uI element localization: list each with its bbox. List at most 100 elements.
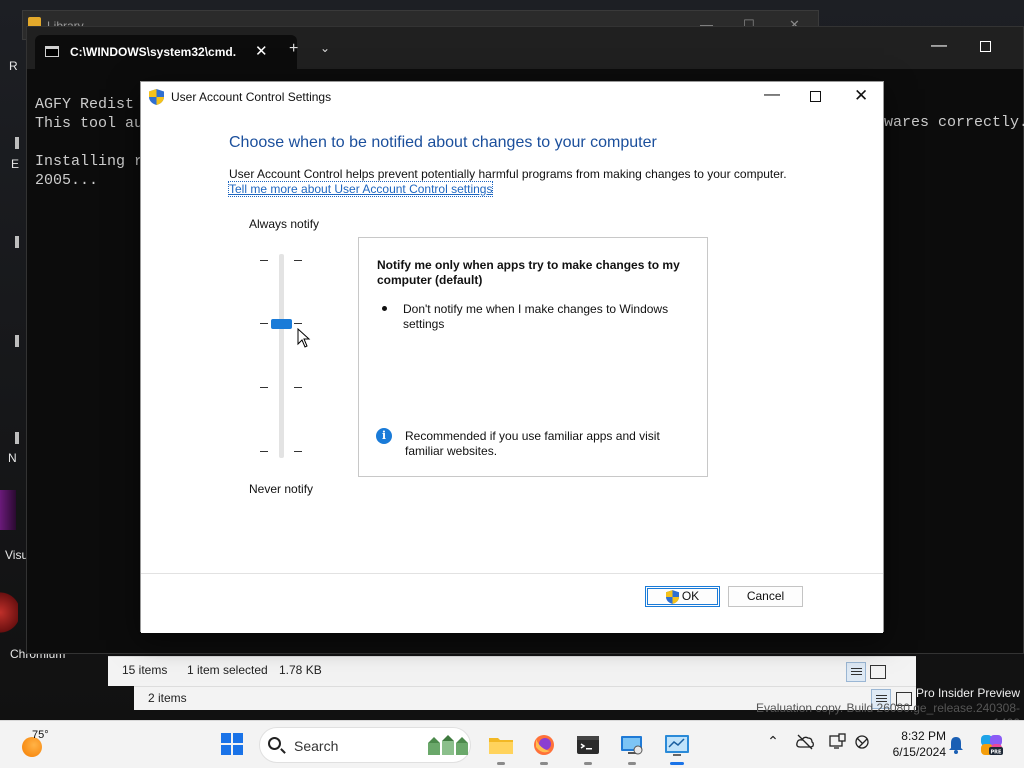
console-line: This tool au	[35, 115, 144, 132]
uac-level-slider[interactable]	[256, 250, 306, 460]
info-icon: i	[376, 428, 392, 444]
bullet-icon	[382, 306, 387, 311]
vscode-icon[interactable]	[0, 490, 16, 530]
svg-text:PRE: PRE	[991, 750, 1003, 756]
slider-track[interactable]	[279, 254, 284, 458]
desktop-icon-label-partial: R	[9, 59, 18, 73]
cmd-tab-title: C:\WINDOWS\system32\cmd.	[70, 45, 237, 59]
slider-tick	[260, 451, 268, 452]
tab-close-icon[interactable]: ✕	[255, 42, 268, 60]
remote-desktop-icon	[621, 736, 643, 755]
console-line-tail: wares correctly.	[884, 114, 1024, 131]
search-placeholder: Search	[294, 738, 339, 754]
desktop-icon-label-visu: Visu	[5, 548, 29, 562]
copilot-icon[interactable]: PRE	[980, 733, 1004, 757]
uac-window-title: User Account Control Settings	[171, 90, 332, 104]
uac-description: User Account Control helps prevent poten…	[229, 167, 787, 181]
running-indicator	[540, 762, 548, 765]
learn-more-link[interactable]: Tell me more about User Account Control …	[227, 181, 494, 197]
cmd-tab[interactable]: C:\WINDOWS\system32\cmd. ✕	[35, 35, 297, 69]
remote-desktop-taskbar-button[interactable]	[616, 729, 648, 765]
console-line: 2005...	[35, 172, 99, 189]
active-indicator	[670, 762, 684, 765]
terminal-icon	[577, 736, 599, 754]
chevron-up-icon[interactable]: ⌃	[762, 733, 784, 755]
uac-dialog: User Account Control Settings — ✕ Choose…	[140, 81, 884, 633]
close-icon[interactable]: ✕	[854, 86, 868, 106]
desktop-icon-partial[interactable]	[15, 236, 19, 248]
selection-size: 1.78 KB	[279, 663, 322, 677]
taskbar: 75° Search ⌃ 8:32 PM 6/15/2024 PRE	[0, 720, 1024, 768]
desktop-icon-partial[interactable]	[15, 137, 19, 149]
firefox-icon	[534, 735, 554, 755]
clock-date: 6/15/2024	[892, 745, 946, 759]
watermark-line: Pro Insider Preview	[915, 686, 1020, 700]
running-indicator	[584, 762, 592, 765]
chromium-icon[interactable]	[0, 585, 18, 640]
cancel-button[interactable]: Cancel	[728, 586, 803, 607]
cmd-icon	[45, 46, 59, 57]
level-bullet: Don't notify me when I make changes to W…	[403, 302, 669, 331]
display-icon[interactable]	[826, 733, 848, 755]
label-always-notify: Always notify	[249, 217, 320, 231]
desktop-icon-partial[interactable]	[15, 432, 19, 444]
minimize-icon[interactable]: —	[764, 86, 780, 104]
file-explorer-taskbar-button[interactable]	[485, 729, 517, 765]
console-line: AGFY Redist	[35, 96, 135, 113]
console-output[interactable]: AGFY Redist This tool au Installing r 2005…	[35, 95, 143, 190]
control-panel-taskbar-button[interactable]	[661, 729, 693, 765]
terminal-taskbar-button[interactable]	[572, 729, 604, 765]
desktop-icon-partial[interactable]	[15, 335, 19, 347]
selection-status: 1 item selected	[187, 663, 268, 677]
uac-footer: OK Cancel	[141, 573, 883, 633]
taskbar-clock[interactable]: 8:32 PM 6/15/2024	[878, 728, 946, 760]
mouse-cursor-icon	[297, 328, 311, 348]
slider-tick	[294, 260, 302, 261]
ok-button[interactable]: OK	[645, 586, 720, 607]
weather-temperature: 75°	[32, 729, 49, 741]
network-icon[interactable]	[852, 733, 874, 755]
running-indicator	[628, 762, 636, 765]
uac-title-bar[interactable]: User Account Control Settings — ✕	[141, 82, 883, 112]
slider-tick	[294, 451, 302, 452]
label-never-notify: Never notify	[249, 482, 314, 496]
control-panel-icon	[665, 735, 689, 756]
cloud-offline-icon[interactable]	[794, 733, 816, 755]
ok-button-label: OK	[681, 589, 700, 603]
slider-tick	[260, 260, 268, 261]
level-heading: Notify me only when apps try to make cha…	[377, 258, 680, 287]
minimize-icon[interactable]: —	[931, 37, 947, 55]
running-indicator	[497, 762, 505, 765]
chevron-down-icon[interactable]: ⌄	[320, 41, 330, 55]
weather-widget[interactable]: 75°	[22, 729, 82, 761]
taskbar-search[interactable]: Search	[259, 727, 471, 763]
tiles-view-button[interactable]	[870, 665, 886, 679]
clock-time: 8:32 PM	[901, 729, 946, 743]
folder-icon	[489, 738, 513, 754]
new-tab-icon[interactable]: +	[289, 40, 298, 58]
level-recommendation: Recommended if you use familiar apps and…	[405, 429, 660, 458]
level-description-panel: Notify me only when apps try to make cha…	[358, 237, 708, 477]
slider-tick	[260, 323, 268, 324]
slider-tick	[294, 323, 302, 324]
slider-tick	[294, 387, 302, 388]
details-view-button[interactable]	[846, 662, 866, 682]
slider-tick	[260, 387, 268, 388]
search-icon	[268, 737, 281, 750]
slider-thumb[interactable]	[271, 319, 292, 329]
page-title: Choose when to be notified about changes…	[229, 134, 657, 151]
search-highlight-icon	[428, 735, 468, 755]
uac-shield-icon	[666, 590, 679, 604]
start-button[interactable]	[221, 733, 243, 755]
maximize-icon[interactable]	[980, 41, 991, 52]
uac-shield-icon	[149, 89, 164, 105]
firefox-taskbar-button[interactable]	[528, 729, 560, 765]
cmd-tab-bar: C:\WINDOWS\system32\cmd. ✕ + ⌄ —	[27, 27, 1023, 69]
notification-bell-icon[interactable]	[948, 736, 964, 754]
maximize-icon[interactable]	[810, 91, 821, 102]
desktop-icon-label-partial: E	[11, 157, 20, 171]
items-count-2: 2 items	[148, 691, 187, 705]
explorer-status-bar: 15 items 1 item selected 1.78 KB	[108, 656, 916, 686]
items-count: 15 items	[122, 663, 168, 677]
